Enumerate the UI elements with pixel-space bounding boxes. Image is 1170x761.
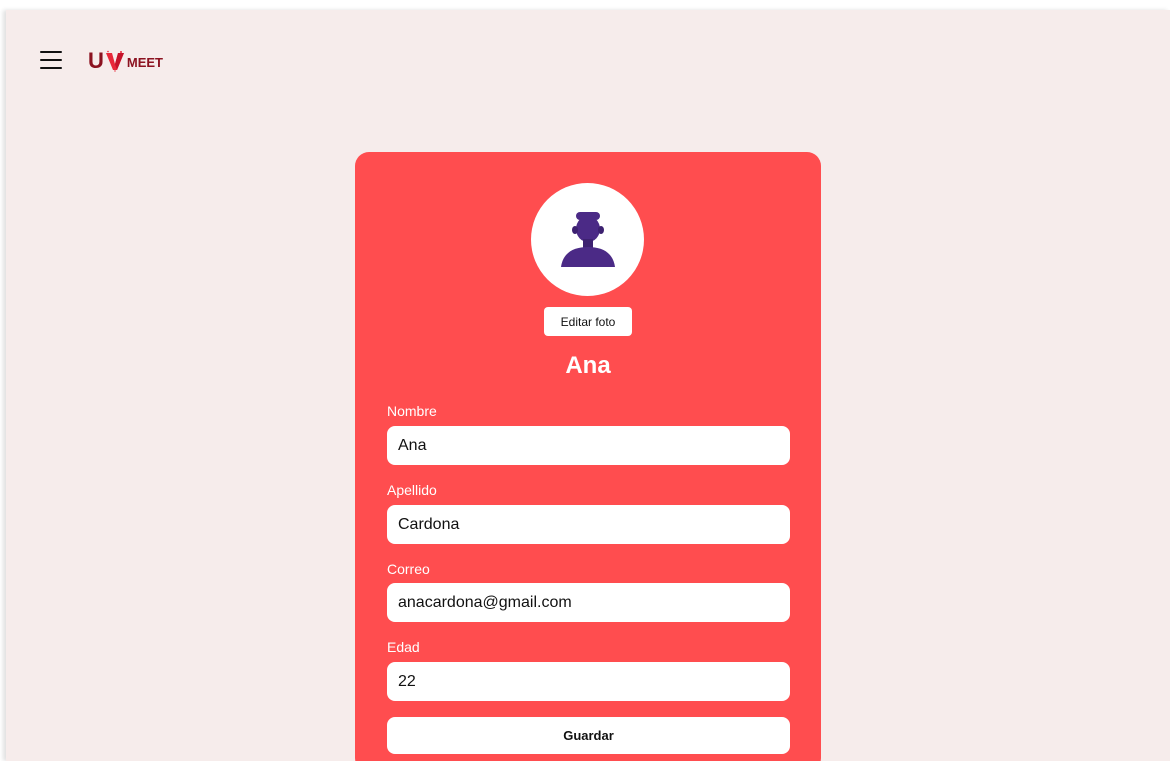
correo-label: Correo [387, 561, 430, 577]
top-bar: U MEET [40, 48, 163, 72]
apellido-label: Apellido [387, 482, 437, 498]
hamburger-line [40, 51, 62, 53]
profile-card: Editar foto Ana Nombre Apellido Correo E… [355, 152, 821, 761]
logo-text-meet: MEET [126, 55, 164, 70]
uvmeet-logo[interactable]: U MEET [88, 48, 163, 72]
user-avatar-icon [560, 211, 615, 267]
nombre-input[interactable] [387, 426, 790, 465]
edad-label: Edad [387, 639, 420, 655]
nombre-label: Nombre [387, 403, 437, 419]
save-button[interactable]: Guardar [387, 717, 790, 754]
hamburger-line [40, 67, 62, 69]
edad-input[interactable] [387, 662, 790, 701]
profile-display-name: Ana [565, 352, 611, 379]
apellido-input[interactable] [387, 505, 790, 544]
logo-v-mark-icon [105, 50, 124, 72]
hamburger-line [40, 59, 62, 61]
profile-avatar [531, 183, 644, 296]
logo-letter-u: U [88, 48, 104, 73]
hamburger-menu-icon[interactable] [40, 51, 62, 69]
correo-input[interactable] [387, 583, 790, 622]
edit-photo-button[interactable]: Editar foto [544, 307, 632, 336]
